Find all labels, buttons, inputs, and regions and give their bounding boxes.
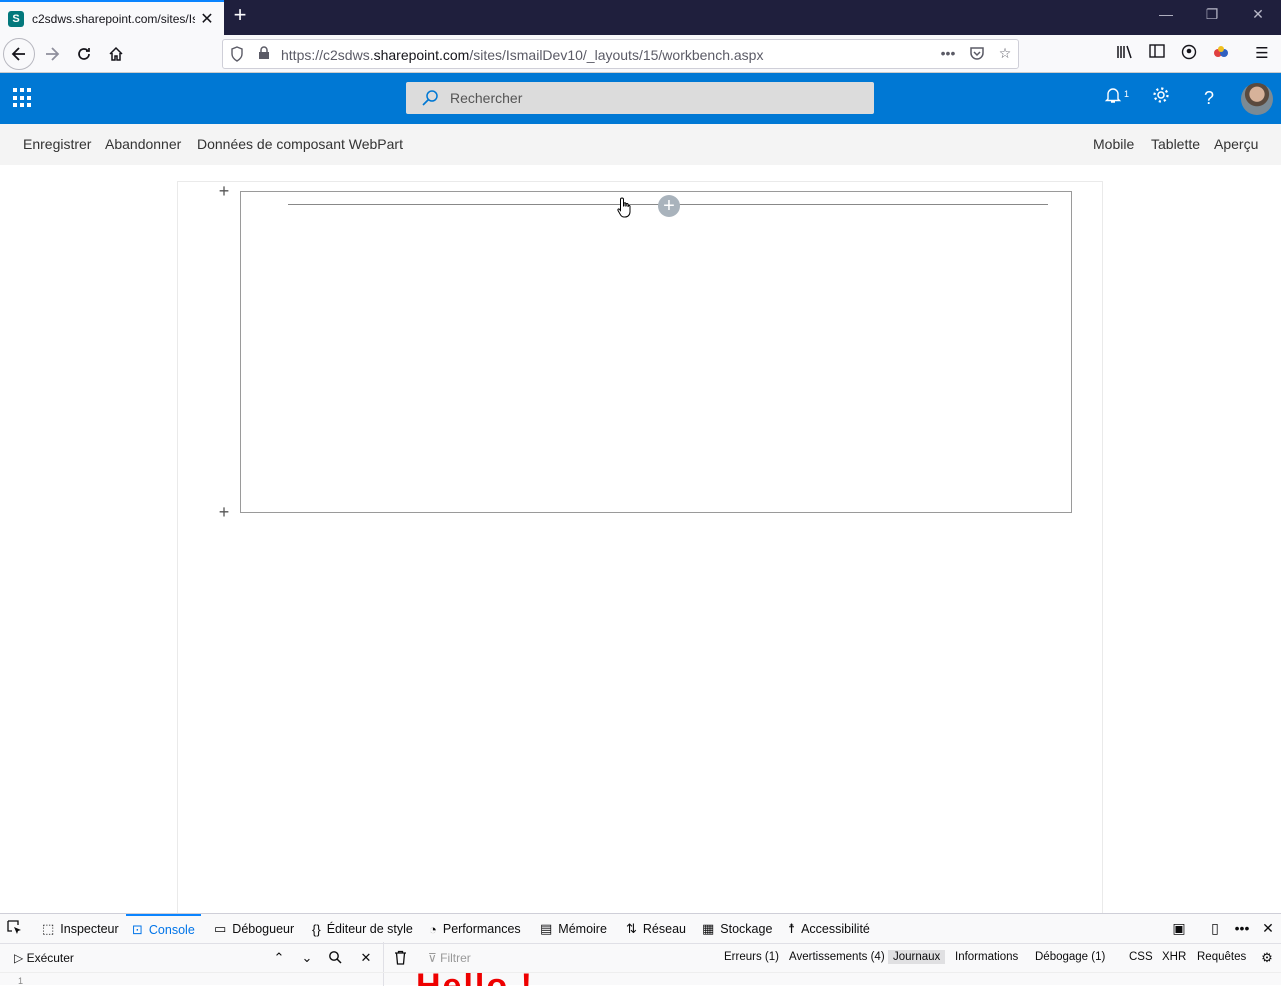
gear-icon <box>1153 87 1169 103</box>
accessibility-person-icon: ☨ <box>788 921 796 936</box>
url-bar[interactable]: https://c2sdws.sharepoint.com/sites/Isma… <box>222 39 1019 69</box>
arrows-updown-icon: ⇅ <box>626 921 637 936</box>
console-output-text: Hello ! <box>416 973 534 986</box>
preview-button[interactable]: Aperçu <box>1214 136 1258 152</box>
notifications-button[interactable]: 1 <box>1101 86 1129 110</box>
tracking-protection-shield-icon[interactable] <box>229 46 245 62</box>
devtools-more-icon[interactable]: ••• <box>1233 920 1251 938</box>
sharepoint-favicon-icon: S <box>8 10 24 27</box>
tab-storage[interactable]: ▦ Stockage <box>702 914 772 944</box>
browser-tab-strip: S c2sdws.sharepoint.com/sites/IsmailDev1… <box>0 0 1281 35</box>
minimize-window-icon[interactable]: — <box>1156 6 1176 22</box>
filter-input[interactable]: ⊽ Filtrer <box>428 951 471 965</box>
help-icon: ? <box>1203 88 1214 108</box>
tab-memory[interactable]: ▤ Mémoire <box>540 914 607 944</box>
tab-inspector[interactable]: ⬚ Inspecteur <box>40 914 121 944</box>
history-down-icon[interactable]: ⌄ <box>299 950 315 966</box>
filter-css[interactable]: CSS <box>1124 950 1158 964</box>
add-section-top-icon[interactable]: + <box>217 182 231 200</box>
tab-performance[interactable]: ◔ Performances <box>429 914 521 944</box>
app-launcher-waffle-icon[interactable] <box>13 88 33 108</box>
close-devtools-icon[interactable]: ✕ <box>1259 920 1277 938</box>
clear-input-icon[interactable]: ✕ <box>358 950 374 966</box>
home-icon <box>109 46 123 61</box>
responsive-design-icon[interactable]: ▯ <box>1206 920 1224 938</box>
search-box[interactable] <box>406 82 874 114</box>
filter-logs[interactable]: Journaux <box>888 950 946 964</box>
tab-style-editor[interactable]: {} Éditeur de style <box>312 914 413 944</box>
tab-network[interactable]: ⇅ Réseau <box>626 914 686 944</box>
history-up-icon[interactable]: ⌃ <box>271 950 287 966</box>
add-section-bottom-icon[interactable]: + <box>217 503 231 521</box>
browser-tab[interactable]: S c2sdws.sharepoint.com/sites/IsmailDev1… <box>0 0 224 35</box>
filter-errors[interactable]: Erreurs (1) <box>719 950 784 964</box>
console-icon: ⊡ <box>132 922 143 937</box>
filter-warnings[interactable]: Avertissements (4) <box>784 950 890 964</box>
devtools-panel: ⬚ Inspecteur ⊡ Console ▭ Débogueur {} Éditeu… <box>0 913 1281 986</box>
add-webpart-button[interactable]: + <box>658 195 680 217</box>
console-output: 1 Hello ! <box>0 972 1281 986</box>
inspector-icon: ⬚ <box>42 921 55 936</box>
user-avatar[interactable] <box>1241 83 1273 115</box>
split-console-icon[interactable]: ▣ <box>1170 920 1188 938</box>
notification-count-badge: 1 <box>1123 89 1129 99</box>
braces-icon: {} <box>312 921 321 937</box>
arrow-left-icon <box>11 47 25 61</box>
forward-button[interactable] <box>37 39 67 69</box>
reverse-search-icon[interactable] <box>327 950 343 966</box>
debugger-icon: ▭ <box>214 921 227 936</box>
tab-debugger[interactable]: ▭ Débogueur <box>214 914 294 944</box>
hand-pointer-cursor-icon <box>617 197 631 218</box>
gauge-icon: ◔ <box>429 921 437 937</box>
account-icon[interactable] <box>1179 44 1199 64</box>
bookmark-star-icon[interactable]: ☆ <box>995 45 1015 65</box>
close-tab-icon[interactable]: ✕ <box>199 9 215 29</box>
settings-button[interactable] <box>1149 86 1173 110</box>
lock-icon[interactable] <box>258 46 274 62</box>
sidebar-icon[interactable] <box>1147 44 1167 64</box>
library-icon[interactable] <box>1115 44 1135 64</box>
save-button[interactable]: Enregistrer <box>23 136 91 152</box>
search-input[interactable] <box>450 88 850 108</box>
run-button[interactable]: ▷ Exécuter <box>14 951 74 965</box>
arrow-right-icon <box>46 47 60 61</box>
search-icon <box>422 90 438 106</box>
workbench-command-bar: Enregistrer Abandonner Données de compos… <box>0 124 1281 165</box>
discard-button[interactable]: Abandonner <box>105 136 181 152</box>
filter-xhr[interactable]: XHR <box>1157 950 1191 964</box>
close-window-icon[interactable]: ✕ <box>1248 6 1268 23</box>
new-tab-button[interactable]: + <box>229 4 251 27</box>
console-settings-gear-icon[interactable]: ⚙ <box>1259 950 1275 966</box>
reload-button[interactable] <box>69 39 99 69</box>
filter-debug[interactable]: Débogage (1) <box>1030 950 1110 964</box>
tab-title: c2sdws.sharepoint.com/sites/IsmailDev10/… <box>32 11 195 26</box>
console-toolbar: ▷ Exécuter ⌃ ⌄ ✕ ⊽ Filtrer Erreurs (1) A… <box>0 944 1281 972</box>
tab-console[interactable]: ⊡ Console <box>126 914 201 944</box>
bell-icon <box>1104 88 1122 103</box>
tablet-preview-button[interactable]: Tablette <box>1151 136 1200 152</box>
webpart-data-button[interactable]: Données de composant WebPart <box>197 136 403 152</box>
storage-icon: ▦ <box>702 921 715 936</box>
trash-icon[interactable] <box>392 950 408 966</box>
url-text[interactable]: https://c2sdws.sharepoint.com/sites/Isma… <box>281 47 763 63</box>
memory-chip-icon: ▤ <box>540 921 553 936</box>
pocket-icon[interactable] <box>967 45 987 65</box>
reload-icon <box>78 48 90 60</box>
filter-info[interactable]: Informations <box>950 950 1023 964</box>
devtools-tab-bar: ⬚ Inspecteur ⊡ Console ▭ Débogueur {} Éditeu… <box>0 914 1281 944</box>
element-picker-icon[interactable] <box>6 920 24 938</box>
canvas-section[interactable]: + <box>240 191 1072 513</box>
help-button[interactable]: ? <box>1197 86 1221 110</box>
tab-accessibility[interactable]: ☨ Accessibilité <box>788 914 870 944</box>
extension-icon[interactable] <box>1211 44 1231 64</box>
back-button[interactable] <box>3 38 35 70</box>
page-actions-more-icon[interactable]: ••• <box>938 45 958 65</box>
hamburger-menu-icon[interactable]: ☰ <box>1252 44 1272 64</box>
restore-window-icon[interactable]: ❐ <box>1202 6 1222 23</box>
filter-requests[interactable]: Requêtes <box>1192 950 1251 964</box>
browser-nav-bar: https://c2sdws.sharepoint.com/sites/Isma… <box>0 35 1281 73</box>
sharepoint-suite-bar: 1 ? <box>0 73 1281 124</box>
home-button[interactable] <box>101 39 131 69</box>
mobile-preview-button[interactable]: Mobile <box>1093 136 1134 152</box>
